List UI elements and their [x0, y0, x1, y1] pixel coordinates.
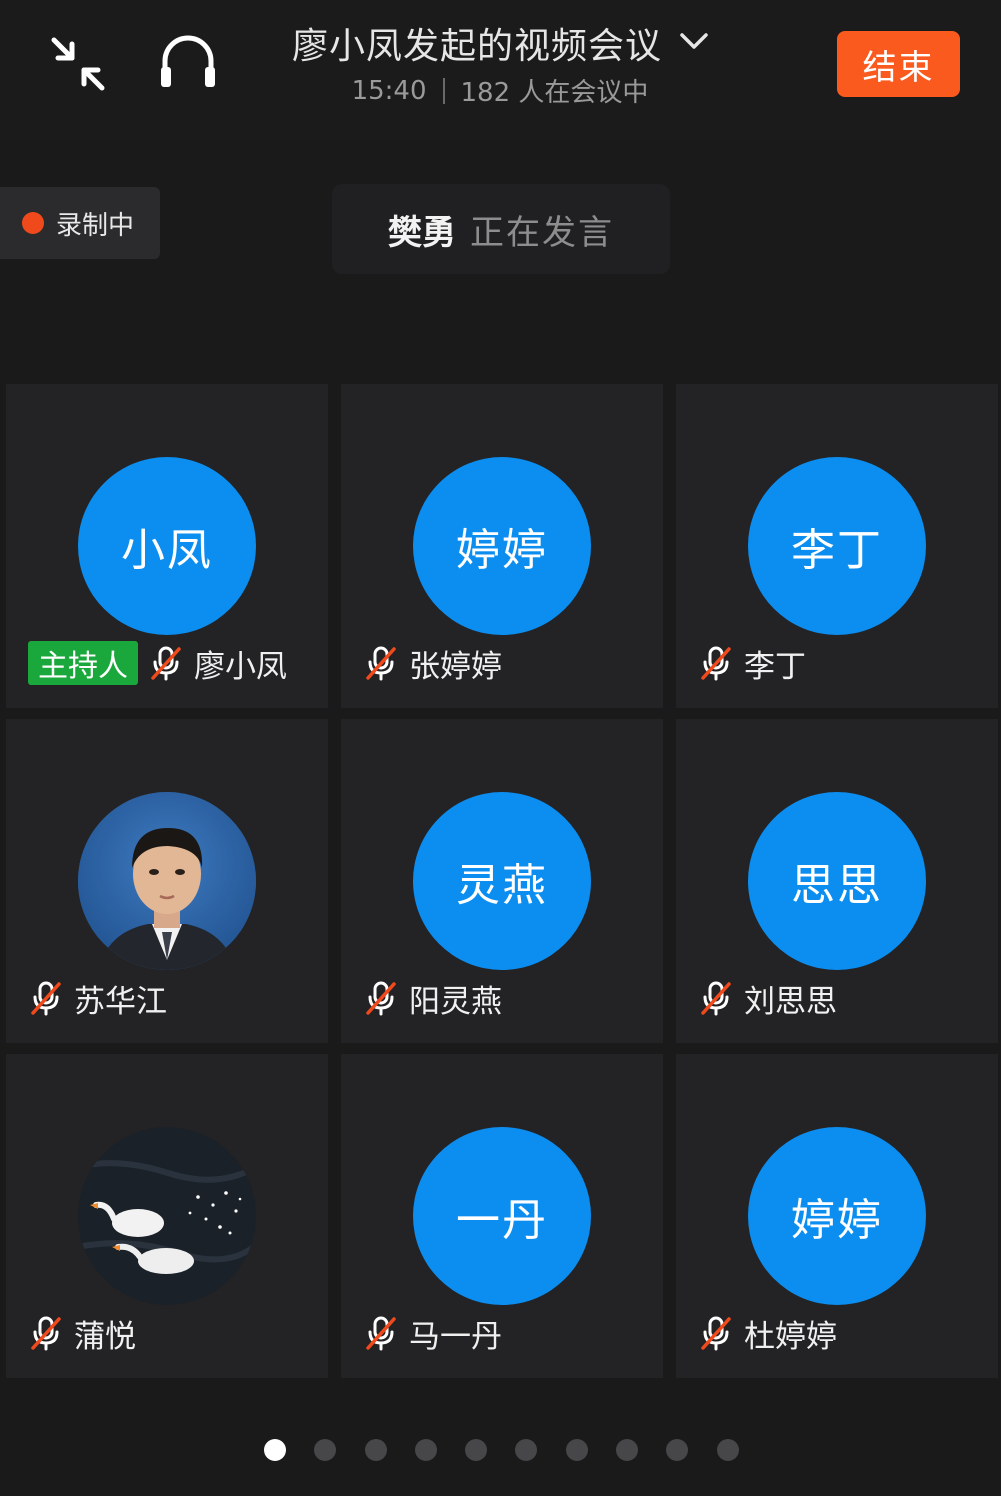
host-badge: 主持人 — [28, 641, 138, 685]
mic-muted-icon — [363, 980, 399, 1016]
participant-tile[interactable]: 李丁 李丁 — [676, 384, 998, 708]
mic-muted-icon — [28, 1315, 64, 1351]
shrink-window-icon[interactable] — [42, 28, 114, 100]
page-dot[interactable] — [314, 1439, 337, 1461]
mic-muted-icon — [698, 1315, 734, 1351]
headphones-icon[interactable] — [152, 26, 224, 98]
avatar: 小凤 — [78, 457, 256, 635]
participant-tile[interactable]: 思思 刘思思 — [676, 719, 998, 1043]
participant-tile[interactable]: 灵燕 阳灵燕 — [341, 719, 663, 1043]
page-dot[interactable] — [515, 1439, 538, 1461]
end-meeting-button[interactable]: 结束 — [837, 31, 960, 97]
participant-name: 阳灵燕 — [409, 983, 502, 1020]
mic-muted-icon — [363, 645, 399, 681]
participant-tile[interactable]: 婷婷 杜婷婷 — [676, 1054, 998, 1378]
avatar-swan-image — [78, 1127, 256, 1305]
mic-muted-icon — [28, 980, 64, 1016]
page-dot[interactable] — [414, 1439, 437, 1461]
page-dot-active[interactable] — [264, 1439, 286, 1461]
page-dot[interactable] — [716, 1439, 739, 1461]
page-dot[interactable] — [364, 1439, 387, 1461]
participant-name: 苏华江 — [74, 983, 167, 1020]
participant-tile[interactable]: 苏华江 — [6, 719, 328, 1043]
participant-name: 廖小凤 — [194, 648, 287, 685]
page-dot[interactable] — [565, 1439, 588, 1461]
avatar: 李丁 — [748, 457, 926, 635]
meeting-title[interactable]: 廖小凤发起的视频会议 — [292, 17, 662, 69]
speaking-status: 正在发言 — [470, 212, 614, 253]
divider — [442, 77, 445, 104]
participant-name: 刘思思 — [744, 983, 837, 1020]
participant-tile[interactable]: 一丹 马一丹 — [341, 1054, 663, 1378]
participant-tile[interactable]: 蒲悦 — [6, 1054, 328, 1378]
recording-badge[interactable]: 录制中 — [0, 187, 160, 259]
avatar: 一丹 — [413, 1127, 591, 1305]
mic-muted-icon — [363, 1315, 399, 1351]
participant-name: 杜婷婷 — [744, 1318, 837, 1355]
chevron-down-icon[interactable] — [680, 32, 708, 54]
page-indicator — [264, 1439, 767, 1461]
participant-count: 182 人在会议中 — [460, 78, 649, 108]
recording-label: 录制中 — [56, 210, 135, 241]
avatar: 思思 — [748, 792, 926, 970]
recording-dot-icon — [22, 212, 44, 234]
mic-muted-icon — [148, 645, 184, 681]
participant-name: 蒲悦 — [74, 1318, 136, 1355]
avatar-photo — [78, 792, 256, 970]
participant-grid: 小凤 主持人 廖小凤 婷婷 张婷婷 李丁 李丁 苏华江 灵燕 阳灵燕 思思 刘思… — [6, 384, 999, 1378]
mic-muted-icon — [698, 980, 734, 1016]
participant-name: 马一丹 — [409, 1318, 502, 1355]
participant-tile[interactable]: 婷婷 张婷婷 — [341, 384, 663, 708]
participant-tile[interactable]: 小凤 主持人 廖小凤 — [6, 384, 328, 708]
avatar: 婷婷 — [748, 1127, 926, 1305]
page-dot[interactable] — [616, 1439, 639, 1461]
avatar: 灵燕 — [413, 792, 591, 970]
speaker-name: 樊勇 — [388, 212, 456, 253]
participant-name: 张婷婷 — [409, 648, 502, 685]
meeting-title-area[interactable]: 廖小凤发起的视频会议 15:40 182 人在会议中 — [250, 18, 750, 118]
active-speaker-banner: 樊勇 正在发言 — [332, 184, 670, 274]
page-dot[interactable] — [666, 1439, 689, 1461]
mic-muted-icon — [698, 645, 734, 681]
page-dot[interactable] — [465, 1439, 488, 1461]
avatar: 婷婷 — [413, 457, 591, 635]
top-bar: 廖小凤发起的视频会议 15:40 182 人在会议中 结束 — [0, 0, 1001, 140]
participant-name: 李丁 — [744, 648, 806, 685]
meeting-time: 15:40 — [351, 75, 427, 106]
